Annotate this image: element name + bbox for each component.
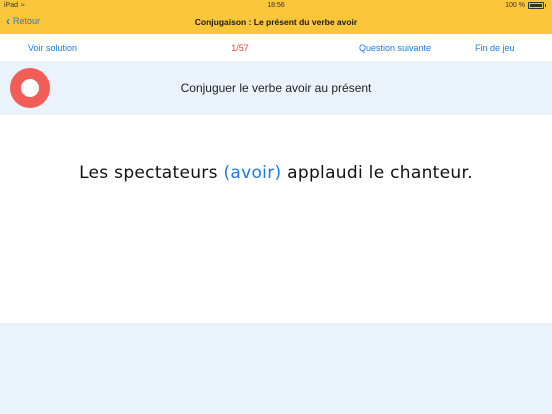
instruction-text: Conjuguer le verbe avoir au présent — [180, 81, 372, 95]
instruction-band: Conjuguer le verbe avoir au présent — [0, 61, 552, 115]
page-title: Conjugaison : Le présent du verbe avoir — [194, 17, 358, 27]
exercise-sentence: Les spectateurs (avoir) applaudi le chan… — [0, 163, 552, 183]
verb-to-conjugate[interactable]: (avoir) — [223, 163, 281, 183]
battery-icon — [528, 2, 544, 9]
top-bar: iPad ≈ 18:56 100 % ‹ Retour Conjugaison … — [0, 0, 552, 34]
action-row: Voir solution 1/57 Question suivante Fin… — [0, 34, 552, 61]
status-bar: iPad ≈ 18:56 100 % — [0, 0, 552, 11]
sentence-after: applaudi le chanteur. — [281, 163, 473, 183]
next-question-button[interactable]: Question suivante — [359, 43, 431, 53]
end-game-button[interactable]: Fin de jeu — [475, 43, 515, 53]
status-right: 100 % — [505, 2, 546, 9]
screen: iPad ≈ 18:56 100 % ‹ Retour Conjugaison … — [0, 0, 552, 414]
sentence-area: Les spectateurs (avoir) applaudi le chan… — [0, 115, 552, 323]
battery-tip-icon — [545, 4, 546, 7]
status-time: 18:56 — [267, 2, 285, 9]
bottom-panel — [0, 323, 552, 414]
battery-percent: 100 % — [505, 2, 525, 9]
navigation-bar: ‹ Retour Conjugaison : Le présent du ver… — [0, 11, 552, 34]
sentence-before: Les spectateurs — [79, 163, 224, 183]
